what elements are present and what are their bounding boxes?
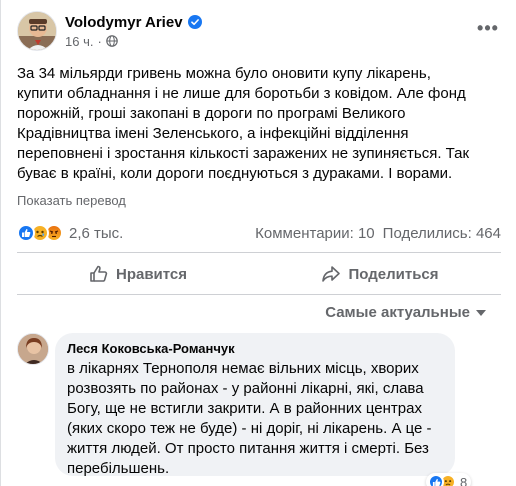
- comment-reactions-count: 8: [460, 474, 468, 486]
- author-name[interactable]: Volodymyr Ariev: [65, 14, 183, 31]
- author-line: Volodymyr Ariev: [65, 14, 202, 31]
- globe-icon: [106, 35, 118, 47]
- commenter-name[interactable]: Леся Коковська-Романчук: [67, 341, 443, 357]
- divider-top: [17, 252, 501, 253]
- post-meta: 16 ч. ·: [65, 34, 202, 49]
- verified-badge-icon: [187, 15, 202, 29]
- chevron-down-icon: [476, 309, 486, 316]
- post-header: Volodymyr Ariev 16 ч. ·: [17, 9, 202, 53]
- reactions-summary[interactable]: 2,6 тыс.: [17, 224, 123, 242]
- more-options-button[interactable]: •••: [470, 10, 506, 46]
- share-arrow-icon: [322, 266, 341, 282]
- comment: Леся Коковська-Романчук в лікарнях Терно…: [17, 333, 455, 477]
- author-avatar[interactable]: [17, 11, 57, 51]
- like-button[interactable]: Нравится: [17, 257, 259, 291]
- author-block: Volodymyr Ariev 16 ч. ·: [65, 14, 202, 49]
- post-stats: 2,6 тыс. Комментарии: 10 Поделились: 464: [17, 222, 501, 244]
- comment-sort-label: Самые актуальные: [325, 304, 470, 321]
- reactions-count: 2,6 тыс.: [69, 224, 124, 242]
- divider-bottom: [17, 294, 501, 295]
- thumbs-up-icon: [90, 265, 108, 282]
- post-actions: Нравится Поделиться: [17, 257, 501, 291]
- commenter-avatar[interactable]: [17, 333, 49, 365]
- share-button[interactable]: Поделиться: [259, 257, 501, 291]
- facebook-post: Volodymyr Ariev 16 ч. · ••• За 34 мільяр…: [0, 0, 516, 486]
- like-button-label: Нравится: [115, 265, 188, 283]
- comments-count-link[interactable]: Комментарии: 10: [255, 225, 375, 242]
- post-timestamp[interactable]: 16 ч.: [65, 34, 93, 49]
- comment-text: в лікарнях Тернополя немає вільних місць…: [67, 360, 432, 477]
- like-icon: [428, 474, 444, 486]
- meta-separator: ·: [97, 33, 102, 49]
- comment-reactions[interactable]: 8: [426, 473, 472, 486]
- share-button-label: Поделиться: [348, 265, 439, 283]
- comment-bubble: Леся Коковська-Романчук в лікарнях Терно…: [55, 333, 455, 477]
- stats-right: Комментарии: 10 Поделились: 464: [255, 225, 501, 242]
- post-body-text: За 34 мільярди гривень можна було оновит…: [17, 65, 470, 182]
- comment-sort-dropdown[interactable]: Самые актуальные: [325, 304, 486, 321]
- shares-count-link[interactable]: Поделились: 464: [383, 225, 501, 242]
- see-translation-link[interactable]: Показать перевод: [17, 193, 126, 208]
- like-icon: [17, 224, 35, 242]
